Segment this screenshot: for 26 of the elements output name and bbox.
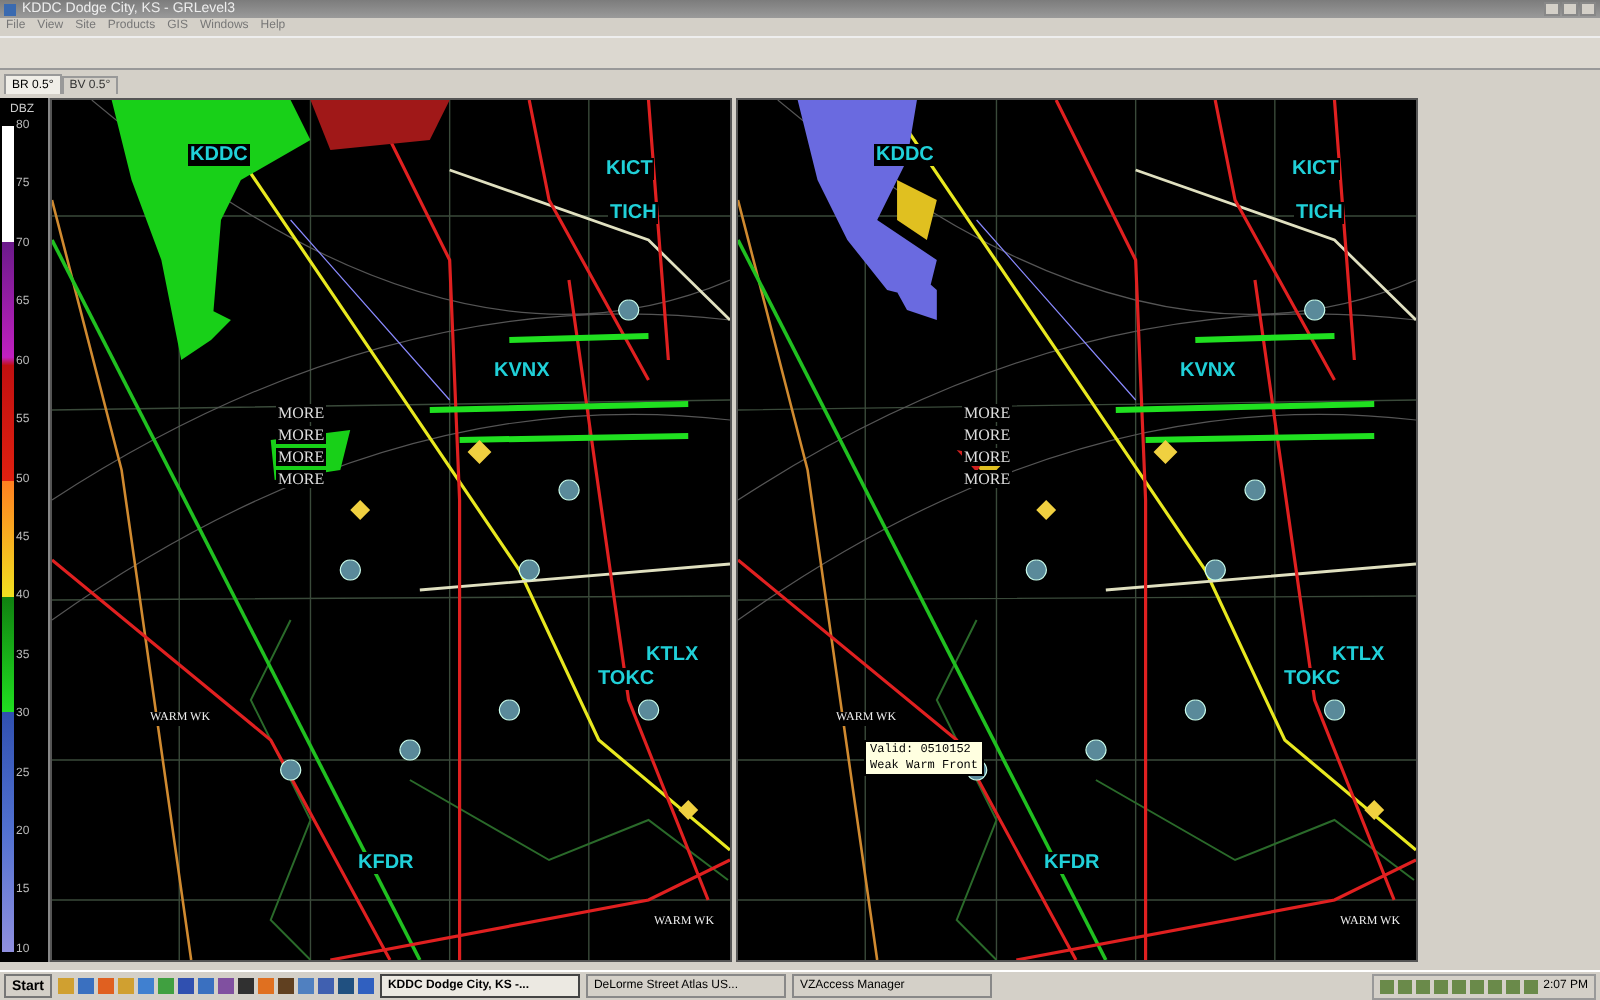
map-note: MORE (962, 470, 1013, 488)
station-label: KTLX (1330, 644, 1387, 666)
map-note: MORE (276, 470, 327, 488)
app-icon (4, 3, 16, 15)
minimize-button[interactable] (1544, 2, 1560, 16)
station-label: TOKC (596, 668, 657, 690)
station-label: KFDR (356, 852, 416, 874)
map-note: MORE (276, 426, 327, 444)
station-label: KDDC (188, 144, 250, 166)
station-label: TICH (608, 202, 659, 224)
station-label: KTLX (644, 644, 701, 666)
map-note: MORE (962, 404, 1013, 422)
station-label: KICT (604, 158, 655, 180)
station-label: KVNX (1178, 360, 1238, 382)
station-label: KICT (1290, 158, 1341, 180)
maximize-button[interactable] (1562, 2, 1578, 16)
station-label: TOKC (1282, 668, 1343, 690)
close-button[interactable] (1580, 2, 1596, 16)
map-note: MORE (962, 448, 1013, 466)
station-label: KDDC (874, 144, 936, 166)
station-label: KVNX (492, 360, 552, 382)
station-label: KFDR (1042, 852, 1102, 874)
map-note: MORE (962, 426, 1013, 444)
map-note: MORE (276, 404, 327, 422)
station-label: TICH (1294, 202, 1345, 224)
map-note: MORE (276, 448, 327, 466)
